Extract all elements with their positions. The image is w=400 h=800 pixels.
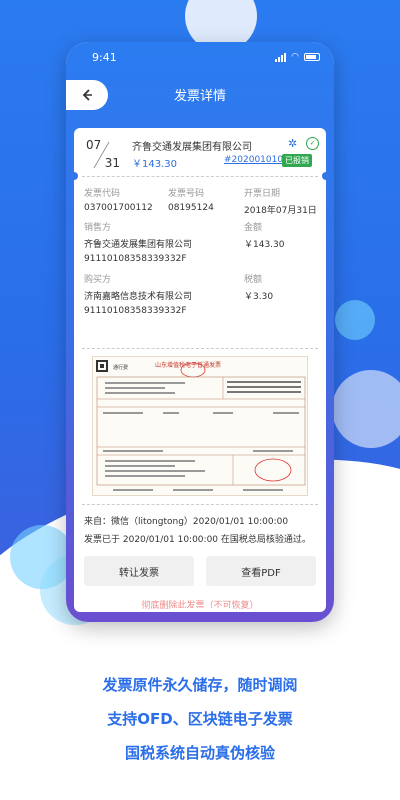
- field-label: 金额: [244, 223, 263, 233]
- invoice-date-badge: 07 31: [86, 138, 120, 170]
- tagline: 国税系统自动真伪核验: [124, 744, 275, 762]
- field-value: ￥3.30: [244, 292, 274, 302]
- invoice-image[interactable]: 通行费 山东增值税电子普通发票: [92, 356, 308, 496]
- seller-seal-stamp: [254, 458, 292, 482]
- back-button[interactable]: [66, 80, 108, 110]
- status-icons: ◠: [275, 52, 320, 62]
- signal-icon: [275, 52, 287, 62]
- field-value: 齐鲁交通发展集团有限公司: [84, 240, 193, 250]
- field-seller: 销售方 齐鲁交通发展集团有限公司 91110108358339332F: [84, 220, 192, 264]
- navbar: 发票详情: [66, 72, 334, 116]
- tagline: 支持OFD、区块链电子发票: [107, 710, 293, 728]
- divider: [82, 176, 318, 177]
- invoice-amount: ￥143.30: [132, 159, 177, 170]
- field-tax: 税额 ￥3.30: [244, 272, 273, 302]
- decor-bubble: [335, 300, 375, 340]
- field-label: 开票日期: [244, 189, 281, 199]
- blockchain-icon: ✲: [288, 137, 298, 150]
- transfer-invoice-button[interactable]: 转让发票: [84, 556, 194, 586]
- field-value: 济南嘉略信息技术有限公司: [84, 292, 193, 302]
- invoice-scan: 通行费 山东增值税电子普通发票: [96, 360, 306, 491]
- wifi-icon: ◠: [291, 52, 299, 62]
- view-pdf-button[interactable]: 查看PDF: [206, 556, 316, 586]
- company-name: 齐鲁交通发展集团有限公司: [132, 142, 252, 153]
- divider: [82, 504, 318, 505]
- field-label: 发票号码: [168, 189, 205, 199]
- divider: [82, 348, 318, 349]
- marketing-taglines: 发票原件永久储存，随时调阅 支持OFD、区块链电子发票 国税系统自动真伪核验: [0, 668, 400, 770]
- invoice-card: 07 31 齐鲁交通发展集团有限公司 ￥143.30 #20200101001 …: [74, 128, 326, 612]
- field-value: 91110108358339332F: [84, 306, 187, 316]
- tagline: 发票原件永久储存，随时调阅: [102, 676, 298, 694]
- card-notch: [74, 172, 78, 180]
- field-value: 08195124: [168, 203, 214, 213]
- verify-line: 发票已于 2020/01/01 10:00:00 在国税总局核验通过。: [84, 535, 311, 545]
- battery-icon: [304, 53, 320, 61]
- verified-icon: ✓: [306, 137, 319, 150]
- field-issue-date: 开票日期 2018年07月31日: [244, 186, 317, 216]
- home-indicator[interactable]: [170, 608, 230, 611]
- status-bar: 9:41 ◠: [66, 42, 334, 72]
- invoice-tag: 通行费: [113, 364, 128, 371]
- field-invoice-code: 发票代码 037001700112: [84, 186, 153, 213]
- field-label: 税额: [244, 275, 263, 285]
- status-time: 9:41: [92, 50, 117, 64]
- source-line: 来自：微信（litongtong）2020/01/01 10:00:00: [84, 517, 289, 527]
- field-amount: 金额 ￥143.30: [244, 220, 285, 250]
- status-badge: 已报销: [282, 154, 312, 167]
- field-label: 销售方: [84, 223, 112, 233]
- field-value: 037001700112: [84, 203, 153, 213]
- invoice-header-title: 山东增值税电子普通发票: [155, 361, 221, 369]
- field-value: 2018年07月31日: [244, 206, 317, 216]
- field-label: 购买方: [84, 275, 112, 285]
- field-value: ￥143.30: [244, 240, 285, 250]
- date-month: 07: [86, 138, 102, 152]
- field-value: 91110108358339332F: [84, 254, 187, 264]
- date-day: 31: [104, 156, 120, 170]
- page-title: 发票详情: [173, 88, 226, 104]
- field-buyer: 购买方 济南嘉略信息技术有限公司 91110108358339332F: [84, 272, 192, 316]
- card-notch: [322, 172, 326, 180]
- field-invoice-number: 发票号码 08195124: [168, 186, 214, 213]
- phone-frame: 9:41 ◠ 发票详情 07 31 齐鲁交通发展集团有限公司 ￥143.30 #…: [66, 42, 334, 622]
- decor-bubble: [332, 370, 400, 448]
- field-label: 发票代码: [84, 189, 121, 199]
- chevron-left-icon: [82, 89, 92, 101]
- invoice-header: 07 31 齐鲁交通发展集团有限公司 ￥143.30 #20200101001 …: [74, 128, 326, 176]
